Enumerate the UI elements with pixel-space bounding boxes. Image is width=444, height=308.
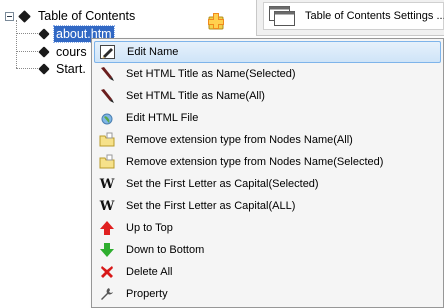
w-letter-icon: W: [99, 198, 115, 214]
settings-panel-header: Table of Contents Settings ...: [256, 0, 444, 36]
toc-node-icon: [18, 9, 31, 23]
folder-icon: [98, 153, 116, 171]
menu-item-title-all[interactable]: Set HTML Title as Name(All): [94, 85, 441, 107]
menu-item-remove-ext-selected[interactable]: Remove extension type from Nodes Name(Se…: [94, 151, 441, 173]
menu-item-up-to-top[interactable]: Up to Top: [94, 217, 441, 239]
down-arrow-icon: [98, 241, 116, 259]
wrench-icon: [98, 285, 116, 303]
menu-item-title-selected[interactable]: Set HTML Title as Name(Selected): [94, 63, 441, 85]
tree-node-label: Start.: [56, 62, 86, 76]
menu-item-down-to-bottom[interactable]: Down to Bottom: [94, 239, 441, 261]
folder-icon: [98, 131, 116, 149]
toc-node-icon: [38, 46, 50, 58]
globe-icon: [98, 109, 116, 127]
menu-item-capital-selected[interactable]: W Set the First Letter as Capital(Select…: [94, 173, 441, 195]
panel-title: Table of Contents Settings ...: [305, 10, 444, 22]
menu-item-edit-html[interactable]: Edit HTML File: [94, 107, 441, 129]
menu-item-property[interactable]: Property: [94, 283, 441, 305]
tree-connector: [16, 20, 17, 68]
window-icon: [269, 6, 295, 26]
brush-icon: [98, 65, 116, 83]
red-x-icon: [98, 263, 116, 281]
toc-node-icon: [38, 28, 50, 40]
edit-name-icon: [99, 43, 117, 61]
menu-item-capital-all[interactable]: W Set the First Letter as Capital(ALL): [94, 195, 441, 217]
settings-panel-tab[interactable]: Table of Contents Settings ...: [263, 2, 444, 30]
tree-connector: [16, 51, 38, 52]
menu-item-delete-all[interactable]: Delete All: [94, 261, 441, 283]
add-node-icon[interactable]: [206, 12, 226, 32]
tree-node-course[interactable]: cours: [38, 43, 89, 61]
brush-icon: [98, 87, 116, 105]
up-arrow-icon: [98, 219, 116, 237]
menu-item-edit-name[interactable]: Edit Name: [94, 41, 441, 63]
tree-root[interactable]: Table of Contents: [5, 7, 137, 25]
w-letter-icon: W: [99, 176, 115, 192]
collapse-toggle-icon[interactable]: [5, 11, 14, 21]
tree-node-start[interactable]: Start.: [38, 60, 88, 78]
tree-connector: [16, 33, 38, 34]
tree-root-label: Table of Contents: [38, 9, 136, 23]
context-menu: Edit Name Set HTML Title as Name(Selecte…: [91, 38, 444, 308]
tree-node-label: cours: [56, 45, 87, 59]
toc-node-icon: [38, 63, 50, 75]
tree-connector: [16, 68, 38, 69]
menu-item-remove-ext-all[interactable]: Remove extension type from Nodes Name(Al…: [94, 129, 441, 151]
